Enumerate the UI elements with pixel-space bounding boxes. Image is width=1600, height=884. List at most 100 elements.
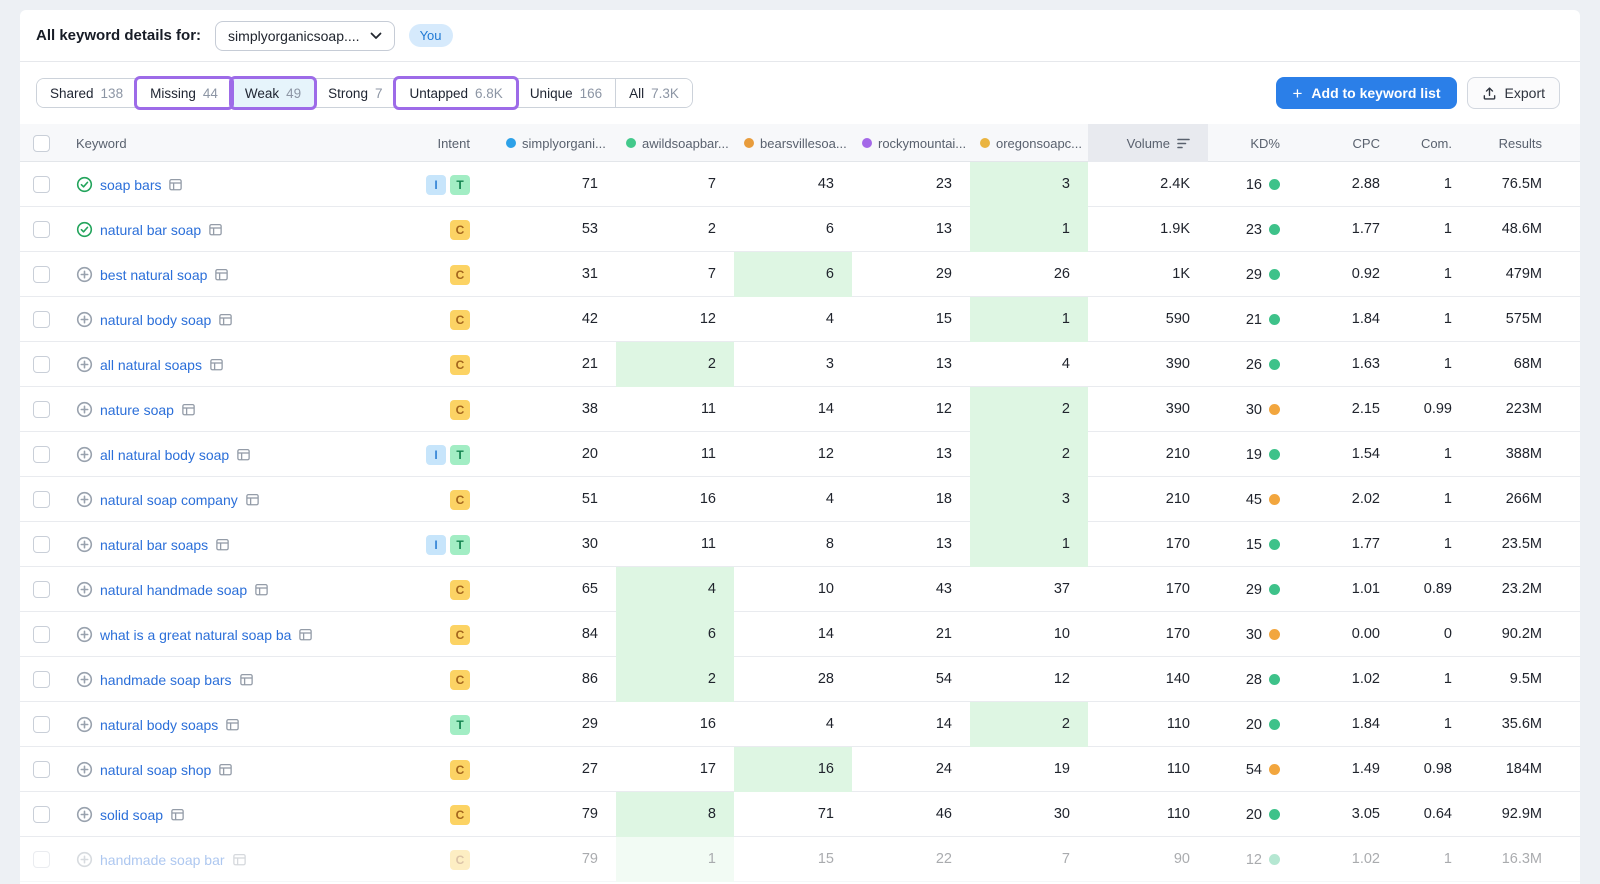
plus-circle-icon[interactable] <box>76 806 93 823</box>
tab-weak[interactable]: Weak49 <box>232 79 315 107</box>
row-checkbox[interactable] <box>33 266 50 283</box>
row-checkbox[interactable] <box>33 311 50 328</box>
column-header-competitor-2[interactable]: awildsoapbar... <box>616 124 734 162</box>
row-checkbox[interactable] <box>33 356 50 373</box>
select-all-checkbox[interactable] <box>33 135 50 152</box>
serp-preview-icon[interactable] <box>168 177 183 192</box>
row-checkbox[interactable] <box>33 221 50 238</box>
plus-circle-icon[interactable] <box>76 671 93 688</box>
row-checkbox[interactable] <box>33 851 50 868</box>
serp-preview-icon[interactable] <box>218 762 233 777</box>
keyword-link[interactable]: natural body soaps <box>100 717 218 733</box>
tab-unique[interactable]: Unique166 <box>517 79 616 107</box>
plus-circle-icon[interactable] <box>76 491 93 508</box>
keyword-link[interactable]: handmade soap bars <box>100 672 232 688</box>
keyword-link[interactable]: solid soap <box>100 807 163 823</box>
row-checkbox[interactable] <box>33 536 50 553</box>
keyword-link[interactable]: handmade soap bar <box>100 852 225 868</box>
add-to-keyword-list-button[interactable]: + Add to keyword list <box>1276 77 1456 109</box>
tab-all[interactable]: All7.3K <box>616 79 692 107</box>
domain-select[interactable]: simplyorganicsoap.... <box>215 21 395 51</box>
keyword-link[interactable]: nature soap <box>100 402 174 418</box>
plus-circle-icon[interactable] <box>76 356 93 373</box>
serp-preview-icon[interactable] <box>239 672 254 687</box>
com-cell: 0.99 <box>1398 387 1470 432</box>
column-header-competitor-4[interactable]: rockymountai... <box>852 124 970 162</box>
plus-circle-icon[interactable] <box>76 851 93 868</box>
position-cell: 11 <box>616 432 734 477</box>
row-checkbox[interactable] <box>33 446 50 463</box>
column-header-intent[interactable]: Intent <box>426 124 496 162</box>
column-header-keyword[interactable]: Keyword <box>76 124 426 162</box>
row-checkbox[interactable] <box>33 761 50 778</box>
intent-cell: T <box>426 715 496 735</box>
keyword-link[interactable]: natural body soap <box>100 312 211 328</box>
plus-circle-icon[interactable] <box>76 401 93 418</box>
keyword-link[interactable]: natural bar soap <box>100 222 201 238</box>
plus-circle-icon[interactable] <box>76 446 93 463</box>
column-header-results[interactable]: Results <box>1470 124 1580 162</box>
keyword-link[interactable]: natural handmade soap <box>100 582 247 598</box>
keyword-link[interactable]: soap bars <box>100 177 161 193</box>
column-header-volume[interactable]: Volume <box>1088 124 1208 162</box>
plus-circle-icon[interactable] <box>76 266 93 283</box>
plus-circle-icon[interactable] <box>76 716 93 733</box>
serp-preview-icon[interactable] <box>214 267 229 282</box>
tab-strong[interactable]: Strong7 <box>315 79 396 107</box>
row-checkbox[interactable] <box>33 806 50 823</box>
kd-difficulty-dot <box>1269 719 1280 730</box>
plus-circle-icon[interactable] <box>76 536 93 553</box>
plus-circle-icon[interactable] <box>76 761 93 778</box>
keyword-link[interactable]: all natural body soap <box>100 447 229 463</box>
row-checkbox[interactable] <box>33 401 50 418</box>
check-circle-icon[interactable] <box>76 221 93 238</box>
column-header-competitor-1[interactable]: simplyorgani... <box>496 124 616 162</box>
position-cell: 10 <box>734 567 852 612</box>
row-checkbox[interactable] <box>33 491 50 508</box>
serp-preview-icon[interactable] <box>225 717 240 732</box>
column-header-cpc[interactable]: CPC <box>1294 124 1398 162</box>
export-button[interactable]: Export <box>1467 77 1560 109</box>
keyword-link[interactable]: best natural soap <box>100 267 207 283</box>
column-header-com[interactable]: Com. <box>1398 124 1470 162</box>
tab-untapped[interactable]: Untapped6.8K <box>396 79 516 107</box>
plus-circle-icon[interactable] <box>76 311 93 328</box>
intent-badge-commercial: C <box>450 220 470 240</box>
volume-cell: 210 <box>1088 432 1208 477</box>
serp-preview-icon[interactable] <box>181 402 196 417</box>
keyword-link[interactable]: natural soap shop <box>100 762 211 778</box>
serp-preview-icon[interactable] <box>254 582 269 597</box>
column-header-competitor-3[interactable]: bearsvillesoa... <box>734 124 852 162</box>
serp-preview-icon[interactable] <box>215 537 230 552</box>
check-circle-icon[interactable] <box>76 176 93 193</box>
column-header-kd[interactable]: KD% <box>1208 124 1294 162</box>
keyword-link[interactable]: natural soap company <box>100 492 238 508</box>
serp-preview-icon[interactable] <box>232 852 247 867</box>
row-checkbox[interactable] <box>33 671 50 688</box>
keyword-link[interactable]: natural bar soaps <box>100 537 208 553</box>
position-cell: 86 <box>496 657 616 702</box>
serp-preview-icon[interactable] <box>209 357 224 372</box>
tab-shared[interactable]: Shared138 <box>37 79 137 107</box>
results-cell: 92.9M <box>1470 792 1580 837</box>
row-checkbox[interactable] <box>33 716 50 733</box>
row-checkbox-cell <box>20 311 76 328</box>
serp-preview-icon[interactable] <box>298 627 313 642</box>
serp-preview-icon[interactable] <box>245 492 260 507</box>
keyword-link[interactable]: what is a great natural soap ba <box>100 627 291 643</box>
keyword-link[interactable]: all natural soaps <box>100 357 202 373</box>
position-cell: 13 <box>852 342 970 387</box>
tab-missing[interactable]: Missing44 <box>137 79 232 107</box>
competitor-dot <box>506 138 516 148</box>
plus-circle-icon[interactable] <box>76 581 93 598</box>
keyword-cell: natural bar soap <box>76 221 426 238</box>
serp-preview-icon[interactable] <box>218 312 233 327</box>
serp-preview-icon[interactable] <box>236 447 251 462</box>
column-header-competitor-5[interactable]: oregonsoapc... <box>970 124 1088 162</box>
row-checkbox[interactable] <box>33 581 50 598</box>
row-checkbox[interactable] <box>33 626 50 643</box>
serp-preview-icon[interactable] <box>170 807 185 822</box>
row-checkbox[interactable] <box>33 176 50 193</box>
serp-preview-icon[interactable] <box>208 222 223 237</box>
plus-circle-icon[interactable] <box>76 626 93 643</box>
